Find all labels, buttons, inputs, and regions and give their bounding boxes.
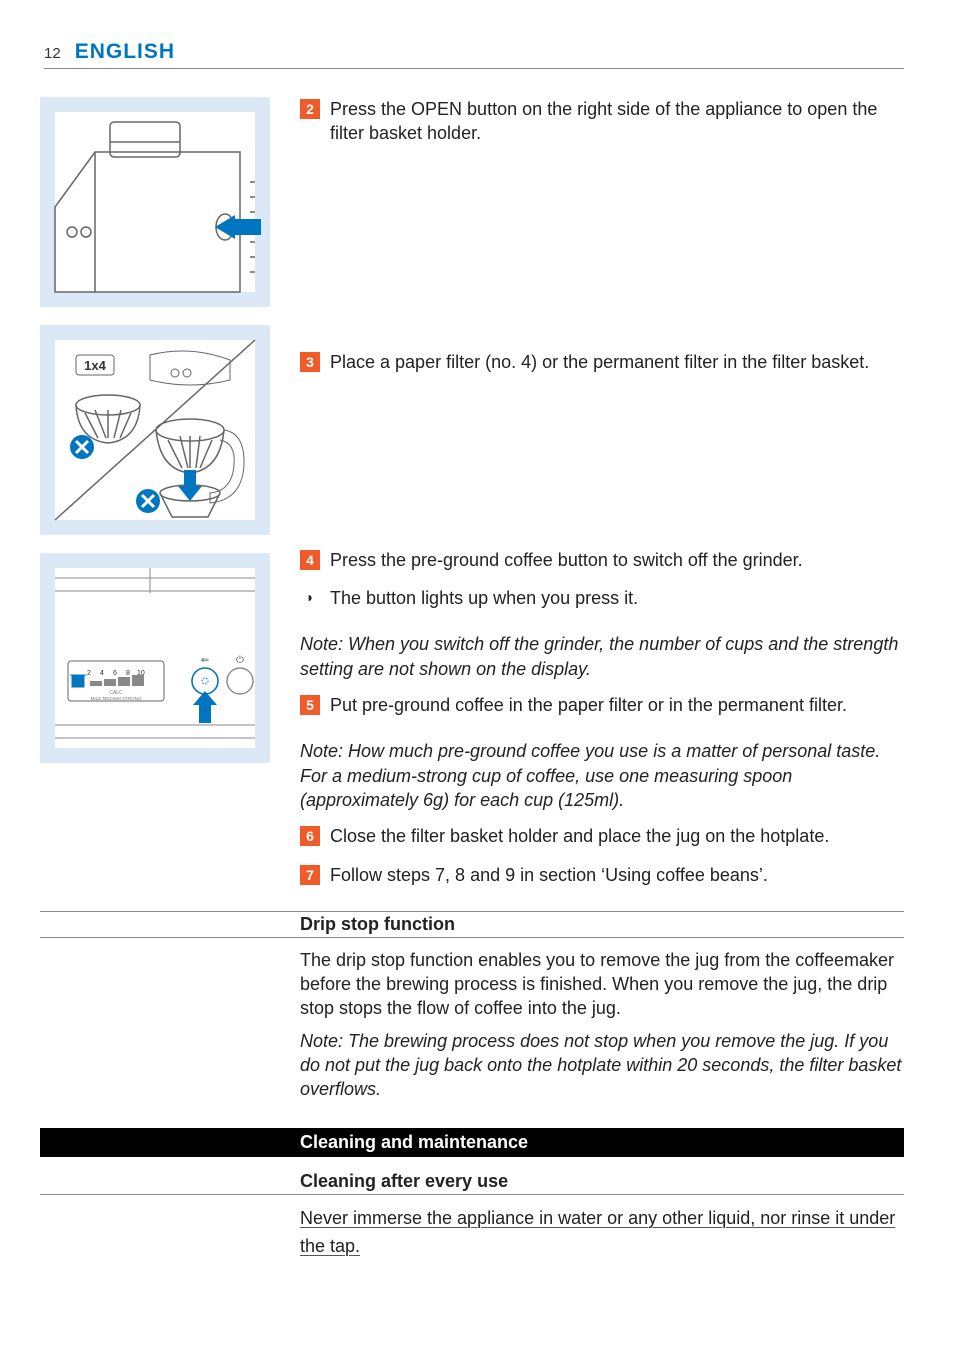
svg-text:⏻: ⏻ (236, 655, 244, 666)
svg-text:4: 4 (100, 670, 104, 677)
drip-stop-text: The drip stop function enables you to re… (300, 948, 904, 1021)
figure-step-3: 1x4 (40, 325, 270, 535)
cleaning-subheading: Cleaning after every use (40, 1169, 904, 1195)
drip-stop-note: Note: The brewing process does not stop … (300, 1029, 904, 1102)
drip-stop-body: The drip stop function enables you to re… (300, 938, 904, 1114)
step-3: 3 Place a paper filter (no. 4) or the pe… (300, 350, 904, 382)
instruction-column: 2 Press the OPEN button on the right sid… (300, 97, 904, 901)
step-text: Put pre-ground coffee in the paper filte… (330, 693, 904, 717)
step-number-badge: 7 (300, 865, 320, 885)
bullet-icon: ◗ (300, 586, 320, 618)
step-text: Place a paper filter (no. 4) or the perm… (330, 350, 904, 374)
filter-size-label: 1x4 (84, 358, 106, 373)
bullet-text: The button lights up when you press it. (330, 586, 638, 610)
step-4-bullet: ◗ The button lights up when you press it… (300, 586, 904, 618)
note-coffee-amount: Note: How much pre-ground coffee you use… (300, 739, 904, 812)
svg-text:⇐: ⇐ (201, 655, 209, 666)
cleaning-warning: Never immerse the appliance in water or … (300, 1205, 904, 1261)
figure-column: 1x4 (40, 97, 270, 901)
page-header: 12 ENGLISH (44, 40, 904, 69)
step-text: Follow steps 7, 8 and 9 in section ‘Usin… (330, 863, 904, 887)
step-number-badge: 3 (300, 352, 320, 372)
section-title-bar: Cleaning and maintenance (40, 1128, 904, 1157)
strength-label: MILD MEDIUM STRONG (91, 696, 142, 701)
step-2: 2 Press the OPEN button on the right sid… (300, 97, 904, 154)
step-text: Press the OPEN button on the right side … (330, 97, 904, 146)
step-text: Press the pre-ground coffee button to sw… (330, 548, 904, 572)
note-grinder-off: Note: When you switch off the grinder, t… (300, 632, 904, 681)
svg-text:2: 2 (87, 670, 91, 677)
drip-stop-heading: Drip stop function (40, 911, 904, 938)
svg-text:6: 6 (113, 670, 117, 677)
step-number-badge: 5 (300, 695, 320, 715)
step-number-badge: 2 (300, 99, 320, 119)
manual-page: 12 ENGLISH (0, 0, 954, 1354)
svg-text:8: 8 (126, 670, 130, 677)
page-number: 12 (44, 45, 61, 62)
cleaning-body: Never immerse the appliance in water or … (300, 1195, 904, 1269)
step-6: 6 Close the filter basket holder and pla… (300, 824, 904, 856)
step-number-badge: 6 (300, 826, 320, 846)
figure-step-4: 2 4 6 8 10 CALC MILD MEDIUM STRONG (40, 553, 270, 763)
step-4: 4 Press the pre-ground coffee button to … (300, 548, 904, 580)
step-number-badge: 4 (300, 550, 320, 570)
step-7: 7 Follow steps 7, 8 and 9 in section ‘Us… (300, 863, 904, 895)
figure-step-2 (40, 97, 270, 307)
language-title: ENGLISH (75, 40, 175, 64)
step-text: Close the filter basket holder and place… (330, 824, 904, 848)
step-5: 5 Put pre-ground coffee in the paper fil… (300, 693, 904, 725)
cleaning-section: Cleaning and maintenance (40, 1128, 904, 1157)
